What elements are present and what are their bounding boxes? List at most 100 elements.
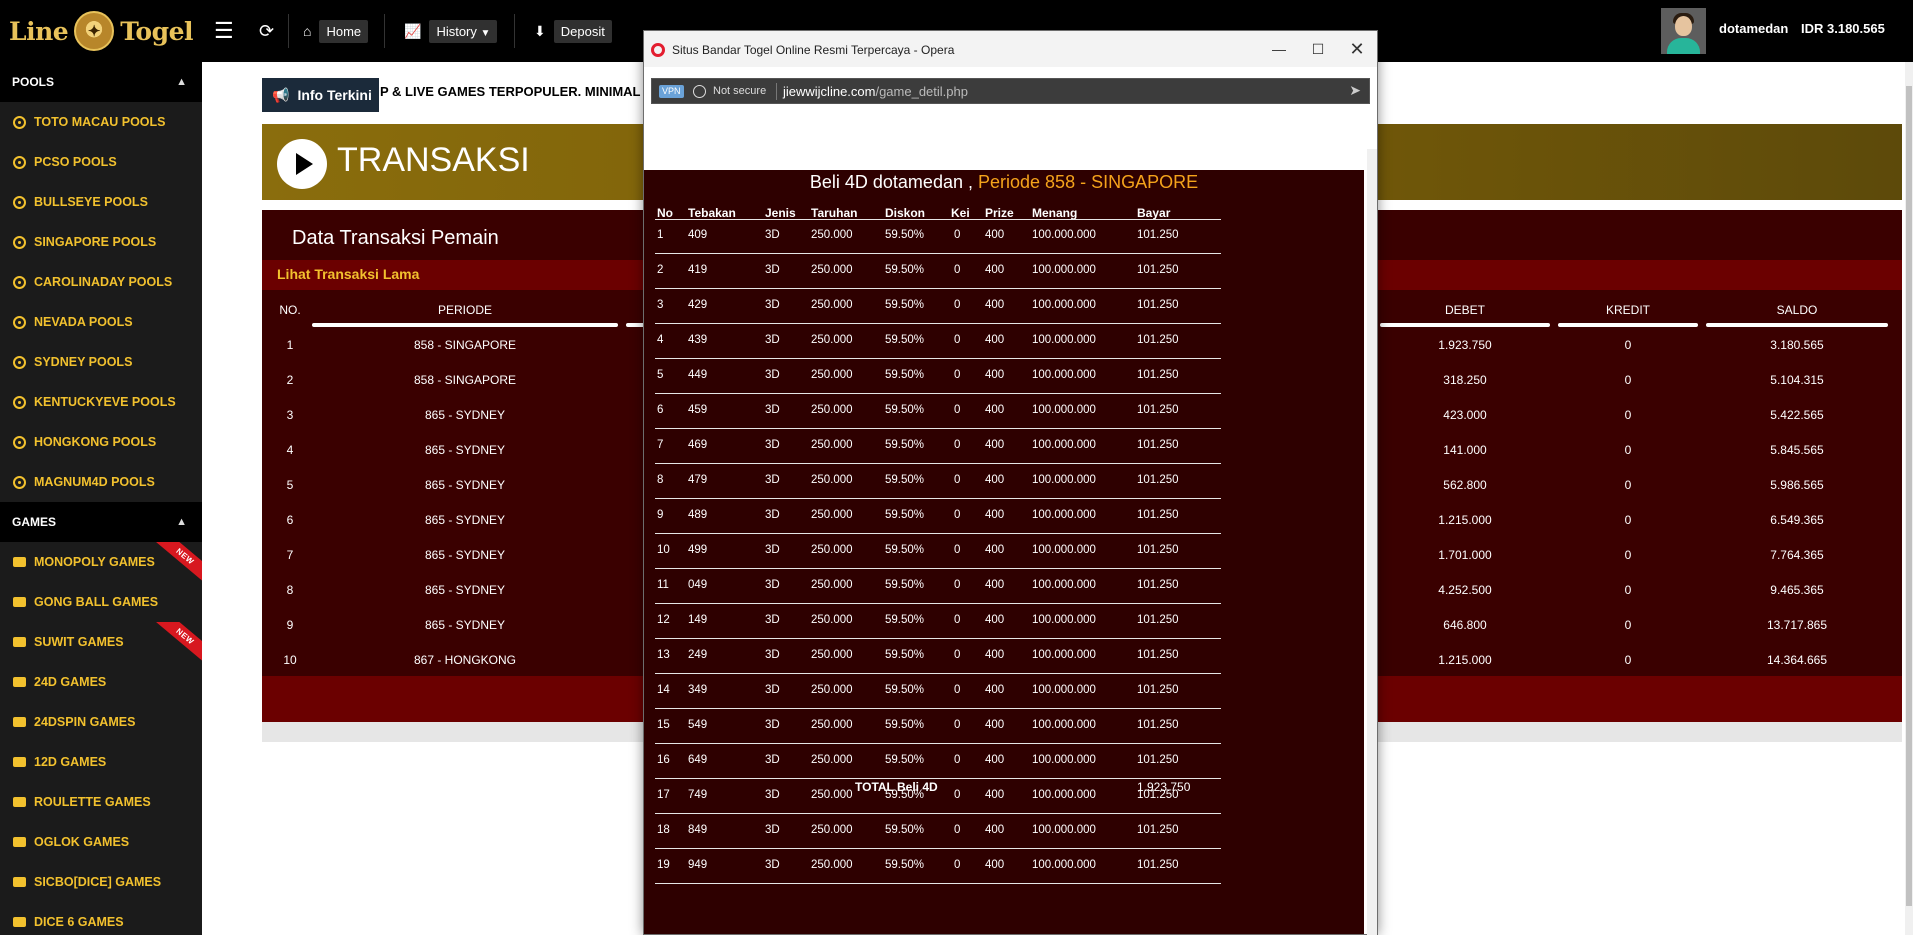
sidebar-item-pool[interactable]: TOTO MACAU POOLS [0, 102, 202, 142]
maximize-button[interactable]: ☐ [1303, 37, 1333, 61]
sidebar-item-pool[interactable]: HONGKONG POOLS [0, 422, 202, 462]
sidebar-item-game[interactable]: DICE 6 GAMES [0, 902, 202, 935]
home-button[interactable]: ⌂ Home [303, 0, 369, 62]
cell-prize: 400 [985, 264, 1005, 276]
cell-no: 9 [286, 618, 294, 632]
cell-kredit: 0 [1624, 653, 1632, 667]
cell-no: 11 [657, 579, 669, 591]
cell-jenis: 3D [765, 299, 780, 311]
popup-scrollbar[interactable] [1367, 149, 1377, 935]
header-underline [1558, 323, 1698, 327]
cell-no: 8 [286, 583, 294, 597]
chevron-up-icon: ▲ [176, 76, 187, 88]
cell-tebakan: 449 [688, 369, 708, 381]
games-section-header[interactable]: GAMES ▲ [0, 502, 202, 542]
cell-kei: 0 [954, 614, 961, 626]
sidebar-item-game[interactable]: 24DSPIN GAMES [0, 702, 202, 742]
cell-jenis: 3D [765, 509, 780, 521]
close-button[interactable]: ✕ [1342, 37, 1372, 61]
cell-saldo: 6.549.365 [1770, 513, 1824, 527]
site-logo[interactable]: Line ✦ Togel [0, 0, 202, 62]
table-divider [655, 568, 1221, 569]
menu-toggle[interactable]: ☰ [214, 0, 234, 62]
megaphone-icon: 📢 [272, 86, 290, 103]
cell-diskon: 59.50% [885, 229, 925, 241]
sidebar-item-game[interactable]: SICBO[DICE] GAMES [0, 862, 202, 902]
sidebar-item-game[interactable]: ROULETTE GAMES [0, 782, 202, 822]
cell-kei: 0 [954, 544, 961, 556]
caret-down-icon: ▼ [480, 27, 491, 39]
cell-periode: 867 - HONGKONG [413, 653, 517, 667]
cell-tebakan: 419 [688, 264, 708, 276]
page-scrollbar[interactable] [1905, 62, 1913, 935]
cell-bayar: 101.250 [1137, 754, 1179, 766]
sidebar-item-pool[interactable]: BULLSEYE POOLS [0, 182, 202, 222]
cell-diskon: 59.50% [885, 544, 925, 556]
pools-section-header[interactable]: POOLS ▲ [0, 62, 202, 102]
sidebar-item-label: CAROLINADAY POOLS [34, 275, 173, 289]
cell-debet: 646.800 [1443, 618, 1487, 632]
scrollbar-thumb[interactable] [1906, 86, 1912, 906]
address-bar[interactable]: VPN Not secure jiewwijcline.com/game_det… [651, 78, 1370, 104]
table-divider [655, 673, 1221, 674]
sidebar-item-pool[interactable]: SYDNEY POOLS [0, 342, 202, 382]
sidebar-item-pool[interactable]: PCSO POOLS [0, 142, 202, 182]
cell-diskon: 59.50% [885, 299, 925, 311]
cell-periode: 865 - SYDNEY [424, 478, 506, 492]
balance: IDR 3.180.565 [1801, 21, 1885, 36]
sidebar-item-label: BULLSEYE POOLS [34, 195, 148, 209]
info-terkini-button[interactable]: 📢 Info Terkini [262, 78, 379, 112]
not-secure-label[interactable]: Not secure [713, 85, 766, 97]
cell-jenis: 3D [765, 824, 780, 836]
cell-no: 14 [657, 684, 670, 696]
target-icon [13, 235, 26, 249]
cell-diskon: 59.50% [885, 439, 925, 451]
avatar[interactable] [1661, 8, 1706, 54]
cell-no: 16 [657, 754, 670, 766]
target-icon [13, 275, 26, 289]
minimize-button[interactable]: — [1264, 37, 1294, 61]
cell-prize: 400 [985, 649, 1005, 661]
sidebar-item-pool[interactable]: NEVADA POOLS [0, 302, 202, 342]
history-dropdown[interactable]: 📈 History ▼ [404, 0, 498, 62]
refresh-button[interactable]: ⟳ [259, 0, 274, 62]
sidebar-item-pool[interactable]: MAGNUM4D POOLS [0, 462, 202, 502]
popup-title-bar[interactable]: Situs Bandar Togel Online Resmi Terperca… [644, 31, 1377, 67]
send-icon[interactable]: ➤ [1349, 82, 1361, 99]
sidebar-item-game[interactable]: MONOPOLY GAMES NEW [0, 542, 202, 582]
cell-taruhan: 250.000 [811, 649, 853, 661]
cell-kredit: 0 [1624, 478, 1632, 492]
deposit-label: Deposit [553, 19, 612, 43]
home-icon: ⌂ [303, 23, 312, 39]
sidebar-item-game[interactable]: GONG BALL GAMES [0, 582, 202, 622]
sidebar-item-game[interactable]: 24D GAMES [0, 662, 202, 702]
cell-jenis: 3D [765, 614, 780, 626]
pools-header-label: POOLS [12, 75, 55, 89]
cell-kei: 0 [954, 229, 961, 241]
sidebar-item-pool[interactable]: SINGAPORE POOLS [0, 222, 202, 262]
target-icon [13, 115, 26, 129]
sidebar-item-game[interactable]: OGLOK GAMES [0, 822, 202, 862]
panel-title: Data Transaksi Pemain [292, 227, 499, 249]
header-underline [1706, 323, 1888, 327]
old-transactions-link[interactable]: Lihat Transaksi Lama [277, 266, 419, 282]
cell-prize: 400 [985, 299, 1005, 311]
vpn-badge[interactable]: VPN [659, 85, 684, 98]
cell-menang: 100.000.000 [1032, 229, 1096, 241]
cell-bayar: 101.250 [1137, 824, 1179, 836]
sidebar-item-pool[interactable]: KENTUCKYEVE POOLS [0, 382, 202, 422]
cell-debet: 318.250 [1443, 373, 1487, 387]
cell-debet: 1.215.000 [1438, 653, 1492, 667]
new-badge: NEW [154, 622, 202, 662]
cell-prize: 400 [985, 754, 1005, 766]
sidebar-item-game[interactable]: SUWIT GAMES NEW [0, 622, 202, 662]
deposit-button[interactable]: ⬇ Deposit [534, 0, 612, 62]
sidebar-item-game[interactable]: 12D GAMES [0, 742, 202, 782]
gamepad-icon [13, 557, 26, 567]
cell-kei: 0 [954, 824, 961, 836]
cell-menang: 100.000.000 [1032, 684, 1096, 696]
sidebar-item-pool[interactable]: CAROLINADAY POOLS [0, 262, 202, 302]
sidebar: POOLS ▲ TOTO MACAU POOLS PCSO POOLS BULLSE… [0, 62, 202, 935]
url-text[interactable]: jiewwijcline.com/game_detil.php [783, 84, 968, 99]
sidebar-item-label: 24DSPIN GAMES [34, 715, 136, 729]
